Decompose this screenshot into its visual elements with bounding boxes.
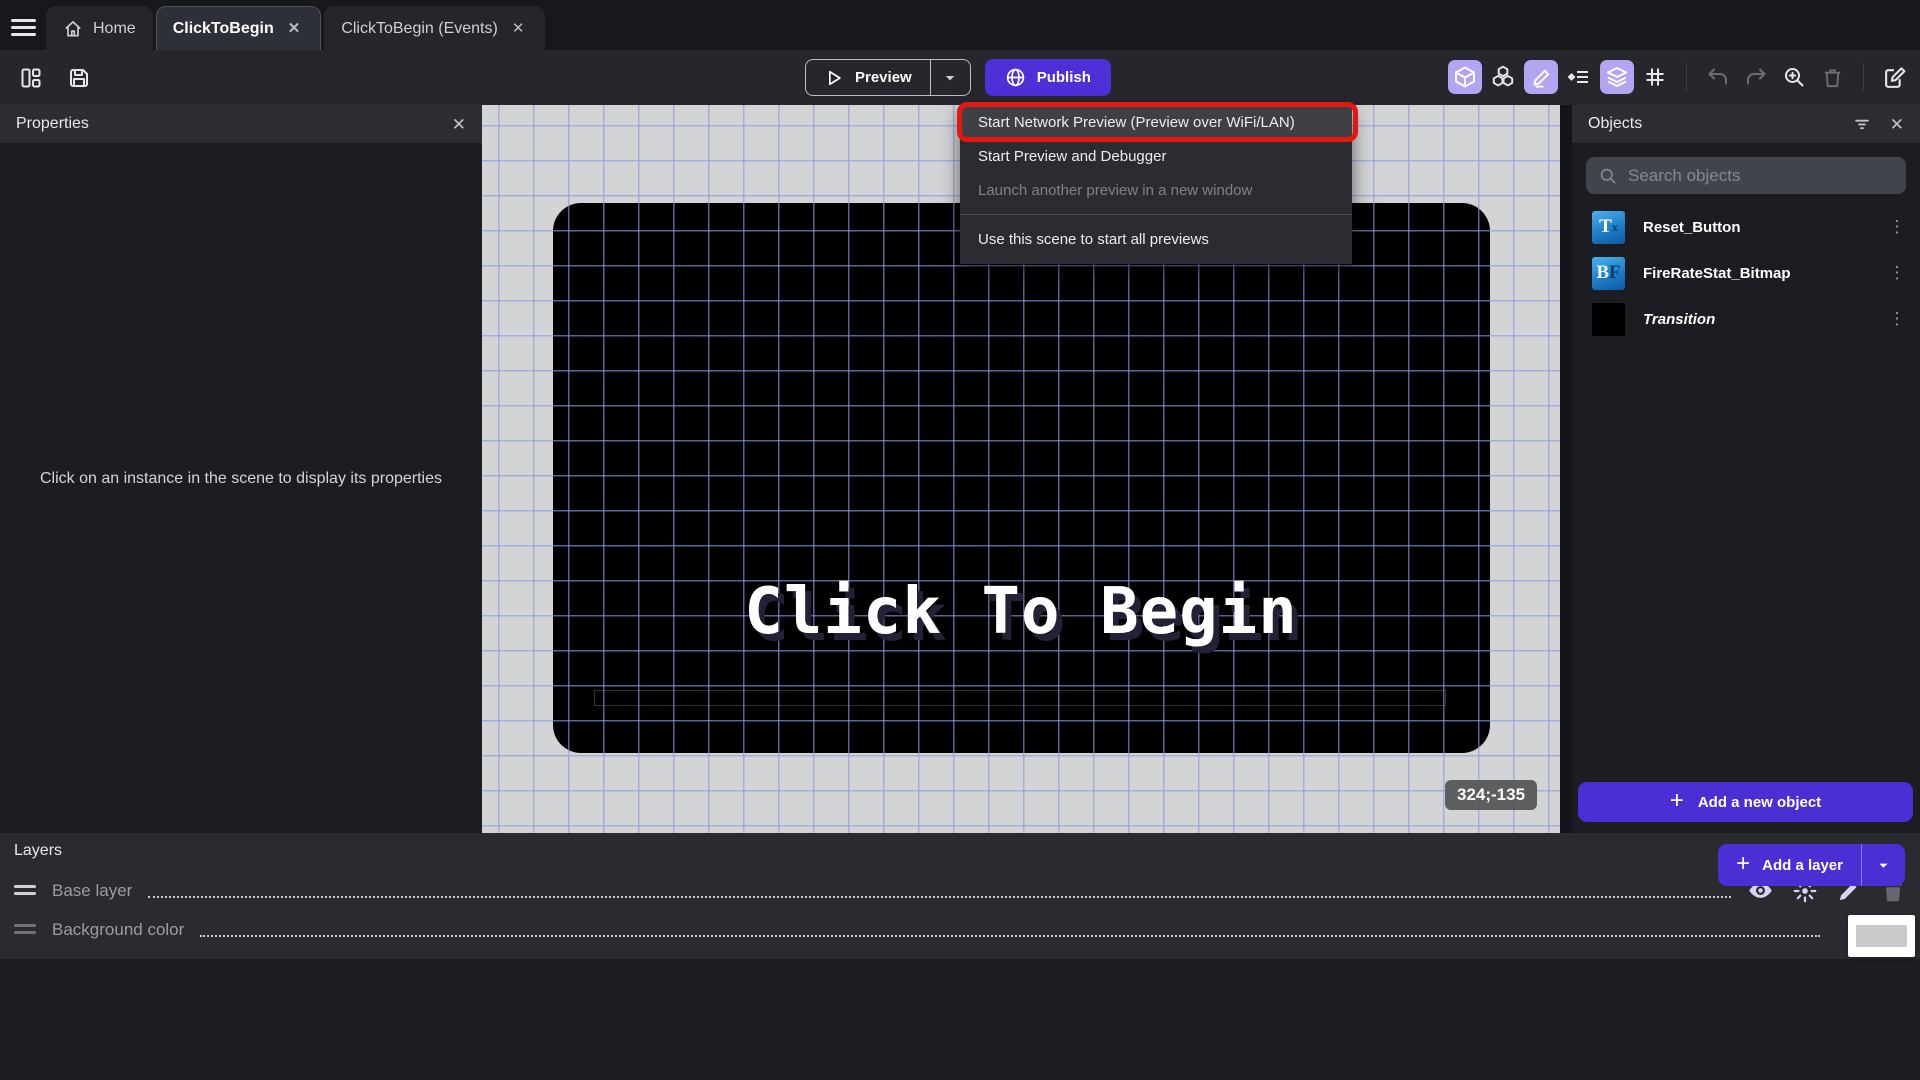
add-new-object-button[interactable]: + Add a new object: [1578, 782, 1913, 822]
chevron-down-icon: [945, 75, 955, 80]
objects-panel: Objects ✕ Tx Reset_Button: [1572, 105, 1920, 833]
game-background-instance[interactable]: [553, 203, 1490, 753]
black-swatch-icon: [1592, 302, 1625, 336]
kebab-menu-icon[interactable]: ⋮: [1884, 219, 1910, 235]
object-name: Transition: [1643, 310, 1716, 328]
tab-home[interactable]: Home: [46, 6, 153, 50]
color-fill: [1856, 925, 1907, 947]
undo-icon[interactable]: [1701, 60, 1735, 94]
menu-item-launch-another-preview: Launch another preview in a new window: [978, 181, 1253, 199]
instances-list-icon[interactable]: [1562, 60, 1596, 94]
menu-divider: [960, 214, 1352, 215]
tab-clicktobegin-scene[interactable]: ClickToBegin ✕: [155, 6, 322, 50]
object-row-fireratestat-bitmap[interactable]: BF FireRateStat_Bitmap ⋮: [1572, 250, 1920, 296]
publish-button[interactable]: Publish: [984, 59, 1111, 96]
grid-icon[interactable]: [1638, 60, 1672, 94]
object-row-reset-button[interactable]: Tx Reset_Button ⋮: [1572, 204, 1920, 250]
home-icon: [63, 19, 83, 39]
search-icon: [1598, 166, 1618, 186]
tab-clicktobegin-events[interactable]: ClickToBegin (Events) ✕: [324, 6, 546, 50]
properties-title: Properties: [16, 115, 89, 132]
save-icon[interactable]: [62, 61, 96, 95]
globe-icon: [1005, 67, 1026, 88]
preview-button[interactable]: Preview: [806, 60, 930, 95]
trash-icon[interactable]: [1815, 60, 1849, 94]
add-layer-label: Add a layer: [1762, 856, 1843, 874]
drag-handle-icon[interactable]: [14, 924, 36, 934]
close-icon[interactable]: ✕: [284, 19, 305, 38]
layer-row-background-color[interactable]: Background color: [0, 908, 1920, 947]
properties-edit-icon[interactable]: [1524, 60, 1558, 94]
objects-title: Objects: [1588, 115, 1643, 132]
properties-empty-message: Click on an instance in the scene to dis…: [40, 470, 442, 487]
layer-name[interactable]: Background color: [52, 920, 184, 940]
preview-options-button[interactable]: [929, 60, 970, 95]
add-layer-options-button[interactable]: [1861, 844, 1905, 886]
layer-row-base-layer[interactable]: Base layer: [0, 869, 1920, 908]
row-divider: [148, 896, 1731, 898]
search-input[interactable]: [1628, 165, 1894, 186]
tab-label: ClickToBegin (Events): [341, 19, 498, 37]
3d-view-icon[interactable]: [1448, 60, 1482, 94]
menu-item-use-scene-start-previews[interactable]: Use this scene to start all previews: [960, 222, 1352, 256]
add-layer-split-button: + Add a layer: [1718, 844, 1905, 886]
layer-name[interactable]: Base layer: [52, 881, 132, 901]
objects-search[interactable]: [1586, 157, 1906, 194]
publish-label: Publish: [1036, 69, 1091, 86]
play-icon: [824, 68, 844, 88]
close-icon[interactable]: ✕: [1890, 116, 1904, 133]
project-manager-icon[interactable]: [14, 61, 48, 95]
close-icon[interactable]: ✕: [508, 19, 529, 38]
main-menu-button[interactable]: [0, 5, 46, 49]
filter-icon[interactable]: [1852, 114, 1872, 134]
layers-panel: Layers ✕ Base layer: [0, 833, 1920, 959]
preview-label: Preview: [855, 69, 912, 86]
redo-icon[interactable]: [1739, 60, 1773, 94]
tab-label: Home: [93, 19, 136, 37]
menu-item-start-network-preview[interactable]: Start Network Preview (Preview over WiFi…: [957, 102, 1358, 142]
cursor-coordinates-badge: 324;-135: [1445, 780, 1538, 810]
preview-split-button: Preview: [805, 59, 971, 96]
instance-outline: [594, 690, 1446, 706]
plus-icon: +: [1669, 787, 1684, 814]
properties-panel: Properties ✕ Click on an instance in the…: [0, 105, 482, 833]
preview-options-menu: Start Network Preview (Preview over WiFi…: [957, 102, 1358, 264]
objects-list-icon[interactable]: [1486, 60, 1520, 94]
menu-item-start-preview-debugger[interactable]: Start Preview and Debugger: [960, 139, 1352, 173]
object-name: FireRateStat_Bitmap: [1643, 264, 1791, 282]
click-to-begin-text-instance[interactable]: Click To Begin: [482, 575, 1560, 649]
toolbar-divider: [1686, 63, 1687, 91]
toolbar-divider: [1863, 63, 1864, 91]
hamburger-icon: [10, 18, 36, 36]
row-divider: [200, 935, 1820, 937]
background-color-swatch[interactable]: [1848, 915, 1915, 957]
object-row-transition[interactable]: Transition ⋮: [1572, 296, 1920, 342]
drag-handle-icon[interactable]: [14, 885, 36, 895]
object-name: Reset_Button: [1643, 218, 1741, 236]
bitmap-font-object-icon: BF: [1592, 256, 1625, 290]
kebab-menu-icon[interactable]: ⋮: [1884, 265, 1910, 281]
plus-icon: +: [1736, 850, 1751, 877]
chevron-down-icon: [1879, 863, 1888, 868]
add-object-label: Add a new object: [1697, 793, 1822, 811]
layers-icon[interactable]: [1600, 60, 1634, 94]
zoom-in-icon[interactable]: [1777, 60, 1811, 94]
text-object-icon: Tx: [1592, 210, 1625, 244]
kebab-menu-icon[interactable]: ⋮: [1884, 311, 1910, 327]
bottom-area: Layers ✕ Base layer: [0, 833, 1920, 1080]
add-layer-button[interactable]: + Add a layer: [1718, 844, 1861, 886]
edit-scene-icon[interactable]: [1878, 60, 1912, 94]
tab-bar: Home ClickToBegin ✕ ClickToBegin (Events…: [0, 0, 1920, 50]
layers-title: Layers: [14, 842, 63, 859]
close-icon[interactable]: ✕: [452, 116, 466, 133]
toolbar: Preview Publish: [0, 50, 1920, 105]
tab-label: ClickToBegin: [172, 19, 274, 37]
gdevelop-app: Home ClickToBegin ✕ ClickToBegin (Events…: [0, 0, 1920, 1080]
